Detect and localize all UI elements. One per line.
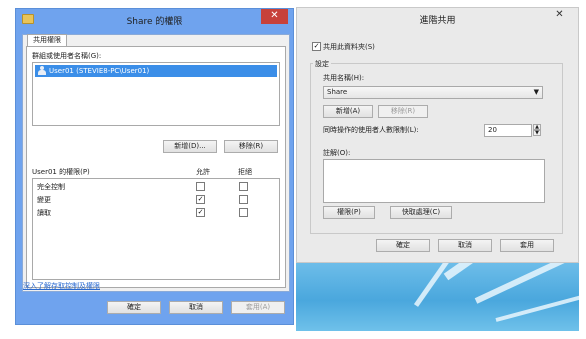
remove-button[interactable]: 移除(R)	[224, 140, 278, 153]
add-share-button[interactable]: 新增(A)	[323, 105, 373, 118]
spin-down-icon[interactable]: ▼	[533, 130, 541, 136]
title-bar[interactable]: 進階共用 ✕	[297, 8, 578, 30]
ok-button[interactable]: 確定	[107, 301, 161, 314]
permissions-button[interactable]: 權限(P)	[323, 206, 375, 219]
deny-checkbox[interactable]	[239, 208, 248, 217]
ok-button[interactable]: 確定	[376, 239, 430, 252]
list-item[interactable]: User01 (STEVIE8-PC\User01)	[35, 65, 277, 77]
share-name-label: 共用名稱(H):	[323, 74, 365, 82]
users-listbox[interactable]: User01 (STEVIE8-PC\User01)	[32, 62, 280, 126]
add-button[interactable]: 新增(D)...	[163, 140, 217, 153]
close-button[interactable]: ✕	[546, 8, 573, 23]
share-folder-label: 共用此資料夾(S)	[323, 43, 375, 51]
permissions-title: User01 的權限(P)	[32, 168, 90, 176]
apply-button[interactable]: 套用(A)	[231, 301, 285, 314]
user-icon	[38, 66, 46, 75]
perm-name: 完全控制	[37, 183, 65, 191]
perm-name: 變更	[37, 196, 51, 204]
settings-label: 設定	[313, 59, 331, 69]
tab-page: 群組或使用者名稱(G): User01 (STEVIE8-PC\User01) …	[26, 46, 286, 288]
user-limit-label: 同時操作的使用者人數限制(L):	[323, 126, 419, 134]
comment-label: 註解(O):	[323, 149, 351, 157]
window-title: 進階共用	[419, 16, 456, 26]
dialog-body: 共用權限 群組或使用者名稱(G): User01 (STEVIE8-PC\Use…	[22, 34, 290, 292]
share-name-value: Share	[327, 88, 348, 96]
help-link[interactable]: 深入了解存取控制及權限	[23, 281, 100, 291]
permissions-list: 完全控制 變更 ✓ 讀取 ✓	[32, 178, 280, 280]
allow-column-header: 允許	[196, 168, 210, 176]
user-limit-stepper[interactable]: ▲ ▼	[533, 124, 541, 137]
group-label: 群組或使用者名稱(G):	[32, 52, 102, 60]
perm-name: 讀取	[37, 209, 51, 217]
user-name: User01 (STEVIE8-PC\User01)	[49, 67, 150, 75]
chevron-down-icon: ▼	[533, 88, 539, 96]
allow-checkbox[interactable]	[196, 182, 205, 191]
cancel-button[interactable]: 取消	[438, 239, 492, 252]
share-permissions-window: Share 的權限 ✕ 共用權限 群組或使用者名稱(G): User01 (ST…	[15, 8, 294, 325]
close-button[interactable]: ✕	[261, 9, 288, 24]
share-name-combo[interactable]: Share ▼	[323, 86, 543, 99]
caching-button[interactable]: 快取處理(C)	[390, 206, 452, 219]
allow-checkbox[interactable]: ✓	[196, 208, 205, 217]
deny-column-header: 拒絕	[238, 168, 252, 176]
allow-checkbox[interactable]: ✓	[196, 195, 205, 204]
desktop-wallpaper	[296, 263, 579, 331]
apply-button[interactable]: 套用	[500, 239, 554, 252]
remove-share-button[interactable]: 移除(R)	[378, 105, 428, 118]
cancel-button[interactable]: 取消	[169, 301, 223, 314]
deny-checkbox[interactable]	[239, 195, 248, 204]
user-limit-input[interactable]: 20	[484, 124, 532, 137]
comment-textarea[interactable]	[323, 159, 545, 203]
title-bar[interactable]: Share 的權限 ✕	[16, 9, 293, 31]
window-title: Share 的權限	[126, 17, 183, 27]
deny-checkbox[interactable]	[239, 182, 248, 191]
share-folder-checkbox[interactable]: ✓	[312, 42, 321, 51]
advanced-sharing-window: 進階共用 ✕ ✓ 共用此資料夾(S) 設定 共用名稱(H): Share ▼ 新…	[296, 7, 579, 263]
